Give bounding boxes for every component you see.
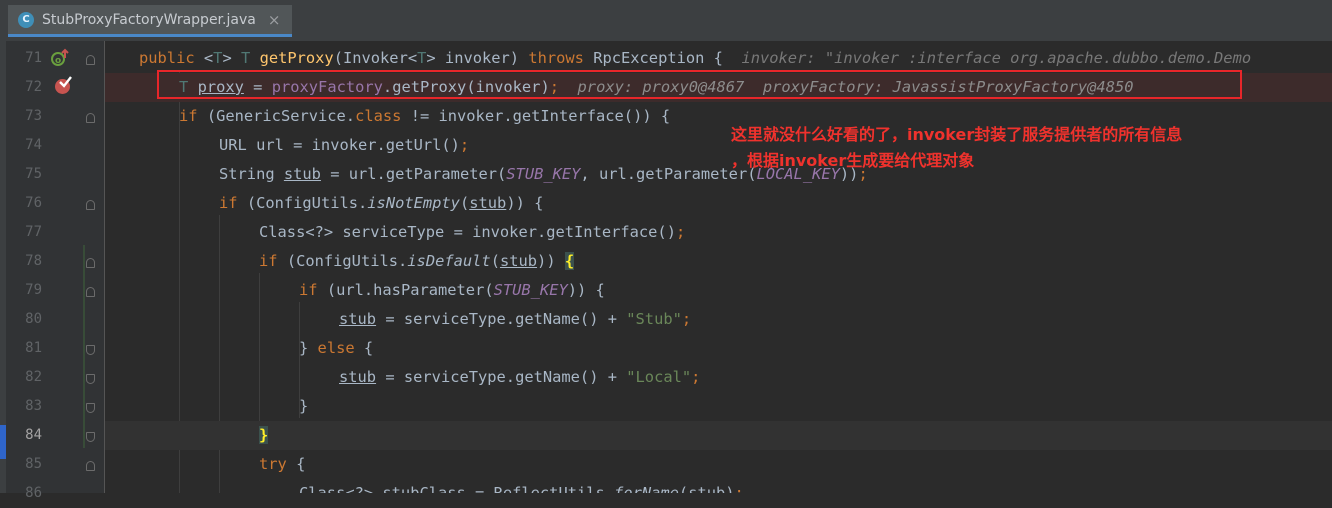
java-class-icon: C	[18, 11, 34, 28]
line-number: 76	[25, 195, 42, 211]
fold-toggle-icon[interactable]	[86, 374, 95, 384]
fold-toggle-icon[interactable]	[86, 258, 95, 268]
fold-toggle-icon[interactable]	[86, 403, 95, 413]
fold-toggle-icon[interactable]	[86, 432, 95, 442]
code-line-75: String stub = url.getParameter(STUB_KEY,…	[219, 165, 868, 183]
line-number: 80	[25, 311, 42, 327]
debug-inline-value: invoker: "invoker :interface org.apache.…	[741, 49, 1252, 67]
annotation-text: ，根据invoker生成要给代理对象	[731, 151, 975, 170]
line-number: 81	[25, 340, 42, 356]
code-line-78: if (ConfigUtils.isDefault(stub)) {	[259, 252, 575, 270]
line-number: 71	[25, 50, 42, 66]
editor-tab-bar: C StubProxyFactoryWrapper.java ×	[0, 0, 1332, 42]
line-number: 73	[25, 108, 42, 124]
code-line-77: Class<?> serviceType = invoker.getInterf…	[259, 223, 686, 241]
line-number: 79	[25, 282, 42, 298]
line-number: 77	[25, 224, 42, 240]
code-line-85: try {	[259, 455, 306, 473]
line-number: 72	[25, 79, 42, 95]
line-number: 82	[25, 369, 42, 385]
line-number: 75	[25, 166, 42, 182]
highlight-box	[157, 70, 1242, 99]
tab-title: StubProxyFactoryWrapper.java	[42, 11, 256, 28]
fold-toggle-icon[interactable]	[86, 113, 95, 123]
close-icon[interactable]: ×	[268, 11, 281, 29]
matched-brace: }	[259, 426, 269, 444]
code-line-83: }	[299, 397, 309, 415]
fold-toggle-icon[interactable]	[86, 55, 95, 65]
fold-toggle-icon[interactable]	[86, 345, 95, 355]
tab-stub-proxy-factory-wrapper[interactable]: C StubProxyFactoryWrapper.java ×	[8, 5, 292, 37]
line-number: 83	[25, 398, 42, 414]
line-number: 78	[25, 253, 42, 269]
vcs-change-marker	[83, 245, 85, 448]
override-method-icon[interactable]: o	[50, 48, 72, 68]
code-line-86: Class<?> stubClass = ReflectUtils.forNam…	[299, 484, 744, 493]
code-line-82: stub = serviceType.getName() + "Local";	[339, 368, 701, 386]
annotation-text: 这里就没什么好看的了，invoker封装了服务提供者的所有信息	[731, 125, 1183, 144]
code-line-79: if (url.hasParameter(STUB_KEY)) {	[299, 281, 605, 299]
fold-toggle-icon[interactable]	[86, 461, 95, 471]
code-line-80: stub = serviceType.getName() + "Stub";	[339, 310, 692, 328]
fold-toggle-icon[interactable]	[86, 200, 95, 210]
code-line-84: }	[105, 421, 1332, 450]
svg-text:o: o	[55, 56, 61, 66]
fold-toggle-icon[interactable]	[86, 287, 95, 297]
line-number: 85	[25, 456, 42, 472]
matched-brace: {	[564, 252, 575, 270]
line-number-current: 84	[25, 427, 42, 443]
line-number: 74	[25, 137, 42, 153]
code-line-71: public <T> T getProxy(Invoker<T> invoker…	[139, 49, 1252, 67]
code-line-81: } else {	[299, 339, 374, 357]
code-editor[interactable]: public <T> T getProxy(Invoker<T> invoker…	[105, 41, 1332, 493]
line-number-gutter[interactable]: 71 72 73 74 75 76 77 78 79 80 81 82 83 8…	[6, 41, 105, 501]
line-number: 86	[25, 485, 42, 501]
checkmark-icon	[59, 76, 72, 88]
code-line-76: if (ConfigUtils.isNotEmpty(stub)) {	[219, 194, 544, 212]
